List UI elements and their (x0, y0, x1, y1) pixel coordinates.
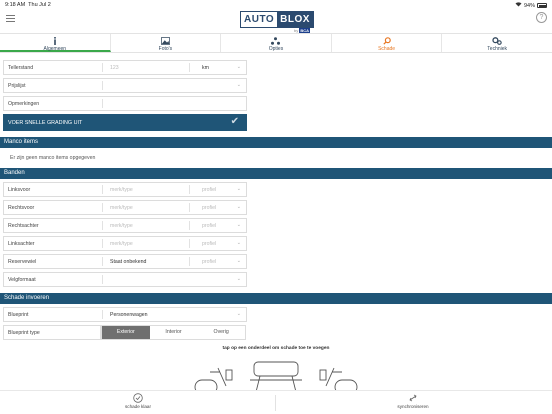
tellerstand-label: Tellerstand (8, 65, 34, 71)
tab-label: Algemeen (43, 46, 67, 52)
info-icon (0, 37, 110, 45)
grading-button-label: VOER SNELLE GRADING UIT (8, 120, 83, 126)
blueprint-type-row: Blueprint type (3, 325, 101, 340)
tire-profile-select[interactable]: profiel (202, 205, 216, 211)
tire-brand-input[interactable]: merk/type (110, 223, 133, 229)
banden-form: Linksvoor merk/type profiel ⌄ Rechtsvoor… (3, 182, 247, 290)
tire-row-rechtsvoor[interactable]: Rechtsvoor merk/type profiel ⌄ (3, 200, 247, 215)
tire-profile-select[interactable]: profiel (202, 259, 216, 265)
tire-profile-select[interactable]: profiel (202, 187, 216, 193)
schade-section-header: Schade invoeren (0, 293, 552, 304)
wifi-icon (515, 2, 522, 9)
damage-done-label: schade klaar (124, 404, 152, 409)
sync-icon (409, 394, 417, 402)
options-icon (221, 37, 331, 45)
sync-button[interactable]: synchroniseren (390, 393, 436, 409)
app-header: AUTO BLOX by BCA ? (0, 10, 552, 33)
bottom-action-bar: schade klaar synchroniseren (0, 390, 552, 414)
photo-icon (111, 37, 221, 45)
segment-overig[interactable]: Overig (197, 326, 246, 339)
sync-label: synchroniseren (397, 404, 429, 409)
tab-label: Foto's (158, 46, 173, 52)
blueprint-label: Blueprint (8, 312, 29, 318)
hamburger-menu-icon[interactable] (6, 15, 15, 22)
damage-done-button[interactable]: schade klaar (116, 393, 160, 409)
car-blueprint-diagram[interactable] (190, 358, 362, 392)
tire-row-reservewiel[interactable]: Reservewiel Staat onbekend profiel ⌄ (3, 254, 247, 269)
chevron-down-icon: ⌄ (236, 276, 241, 282)
bottom-divider (275, 395, 276, 411)
general-form: Tellerstand 123 km ⌄ Prijslijst ⌄ Opmerk… (3, 60, 247, 134)
tab-opties[interactable]: Opties (221, 34, 332, 52)
segment-interior[interactable]: Interior (149, 326, 198, 339)
tire-brand-input[interactable]: merk/type (110, 205, 133, 211)
search-icon (332, 37, 442, 45)
main-tabs: Algemeen Foto's Opties Schade Techniek (0, 33, 552, 53)
blueprint-select[interactable]: Personenwagen (110, 312, 148, 318)
chevron-down-icon: ⌄ (236, 204, 241, 210)
velgformaat-label: Velgformaat (8, 277, 36, 283)
tire-label: Linksachter (8, 241, 35, 247)
tab-label: Opties (268, 46, 284, 52)
chevron-down-icon: ⌄ (236, 240, 241, 246)
blueprint-type-label: Blueprint type (8, 330, 40, 336)
opmerkingen-label: Opmerkingen (8, 101, 40, 107)
chevron-down-icon: ⌄ (236, 258, 241, 264)
tire-label: Rechtsvoor (8, 205, 35, 211)
quick-grading-button[interactable]: VOER SNELLE GRADING UIT ✔ (3, 114, 247, 131)
tellerstand-input[interactable]: 123 (110, 65, 119, 71)
tire-profile-select[interactable]: profiel (202, 223, 216, 229)
segment-exterior[interactable]: Exterior (102, 326, 150, 339)
tab-fotos[interactable]: Foto's (111, 34, 222, 52)
tire-label: Rechtsachter (8, 223, 39, 229)
chevron-down-icon: ⌄ (236, 222, 241, 228)
prijslijst-label: Prijslijst (8, 83, 26, 89)
tab-label: Techniek (487, 46, 508, 52)
damage-hint-text: tap op een onderdeel om schade toe te vo… (222, 346, 330, 351)
velgformaat-row[interactable]: Velgformaat ⌄ (3, 272, 247, 287)
check-circle-icon (133, 393, 143, 403)
manco-section-header: Manco items (0, 137, 552, 148)
tire-row-linksvoor[interactable]: Linksvoor merk/type profiel ⌄ (3, 182, 247, 197)
tire-label: Reservewiel (8, 259, 37, 265)
chevron-down-icon: ⌄ (236, 64, 241, 70)
status-time: 9:18 AM Thu Jul 2 (5, 2, 51, 8)
chevron-down-icon: ⌄ (236, 186, 241, 192)
tire-label: Linksvoor (8, 187, 31, 193)
car-outline[interactable] (194, 361, 358, 392)
autoblox-logo: AUTO BLOX (240, 11, 314, 28)
unit-select[interactable]: km (202, 65, 209, 71)
gears-icon (442, 37, 552, 45)
chevron-down-icon: ⌄ (236, 82, 241, 88)
checkmark-icon: ✔ (230, 116, 239, 127)
tellerstand-row[interactable]: Tellerstand 123 km ⌄ (3, 60, 247, 75)
blueprint-type-segmented-control: Exterior Interior Overig (101, 325, 246, 340)
tab-techniek[interactable]: Techniek (442, 34, 552, 52)
help-icon[interactable]: ? (536, 12, 547, 23)
blueprint-row[interactable]: Blueprint Personenwagen ⌄ (3, 307, 247, 322)
opmerkingen-row[interactable]: Opmerkingen (3, 96, 247, 111)
tire-brand-input[interactable]: merk/type (110, 241, 133, 247)
tab-algemeen[interactable]: Algemeen (0, 34, 111, 52)
spare-tire-status[interactable]: Staat onbekend (110, 259, 146, 265)
manco-empty-text: Er zijn geen manco items opgegeven (10, 155, 96, 161)
tire-row-rechtsachter[interactable]: Rechtsachter merk/type profiel ⌄ (3, 218, 247, 233)
tab-schade[interactable]: Schade (332, 34, 443, 52)
battery-icon (537, 3, 547, 8)
tire-profile-select[interactable]: profiel (202, 241, 216, 247)
tire-row-linksachter[interactable]: Linksachter merk/type profiel ⌄ (3, 236, 247, 251)
battery-percentage: 94% (523, 2, 535, 9)
prijslijst-row[interactable]: Prijslijst ⌄ (3, 78, 247, 93)
tire-brand-input[interactable]: merk/type (110, 187, 133, 193)
chevron-down-icon: ⌄ (236, 311, 241, 317)
status-bar: 9:18 AM Thu Jul 2 94% (0, 0, 552, 10)
banden-section-header: Banden (0, 168, 552, 179)
tab-label: Schade (378, 46, 396, 52)
